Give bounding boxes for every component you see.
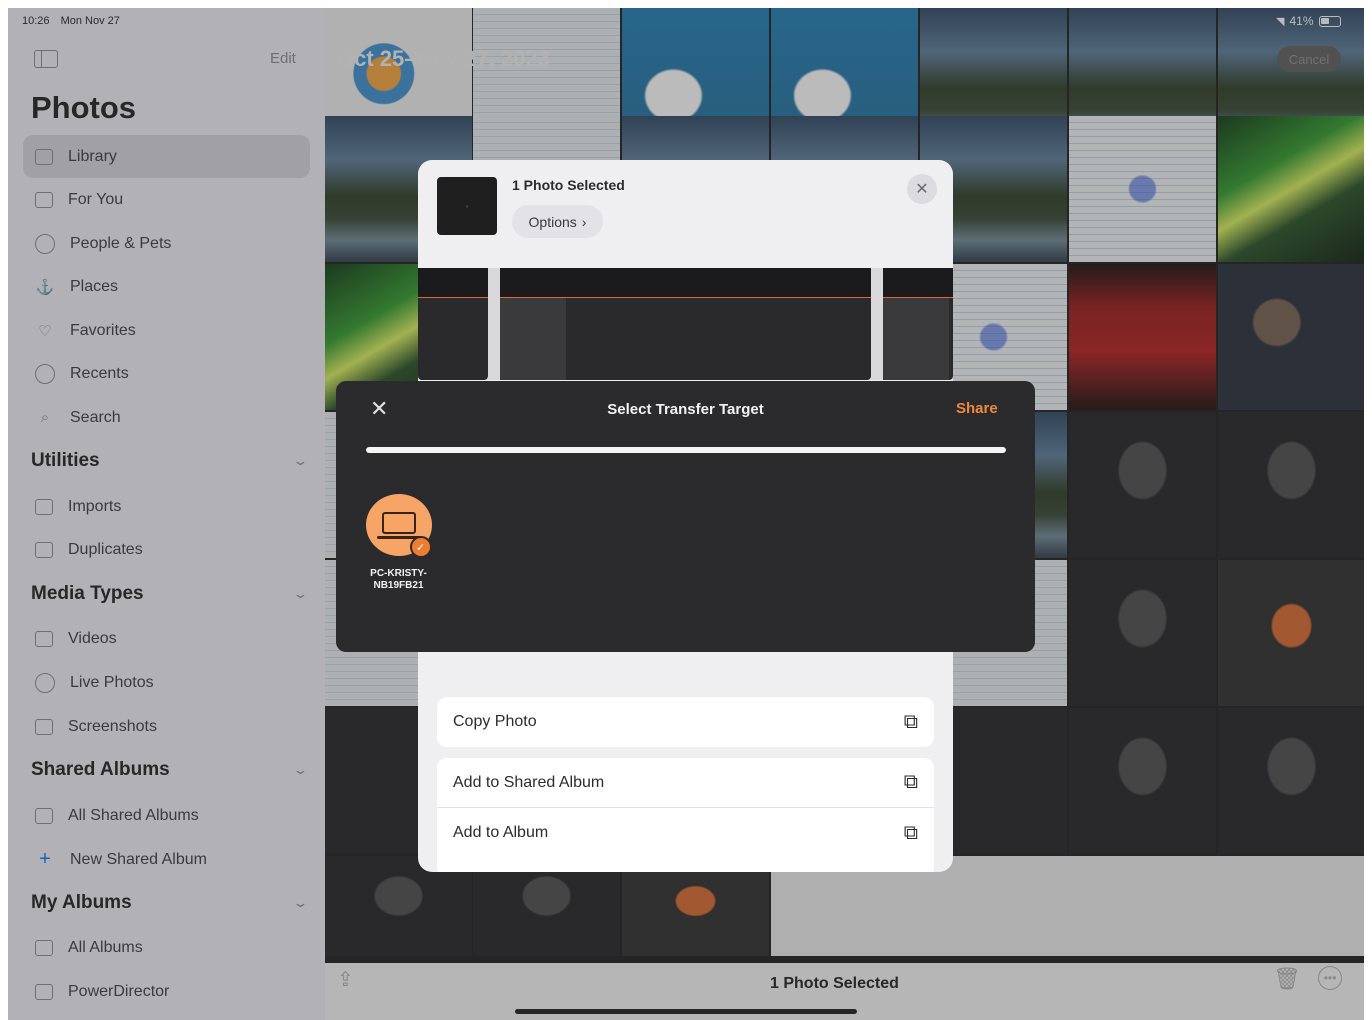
chevron-right-icon: › bbox=[581, 213, 587, 230]
share-sheet-title: 1 Photo Selected bbox=[512, 177, 625, 193]
shared-album-add-icon: ⧉ bbox=[903, 771, 918, 793]
laptop-icon bbox=[376, 512, 421, 539]
album-add-icon: ⧉ bbox=[903, 821, 918, 844]
action-label: Add to Album bbox=[453, 824, 549, 841]
options-button[interactable]: Options › bbox=[512, 205, 603, 238]
copy-icon: ⧉ bbox=[903, 710, 918, 733]
add-to-album-action[interactable]: Add to Album ⧉ bbox=[437, 808, 934, 858]
preview-image[interactable] bbox=[500, 268, 871, 380]
preview-strip bbox=[418, 268, 953, 380]
transfer-progress-bar bbox=[366, 447, 1006, 453]
add-to-shared-album-action[interactable]: Add to Shared Album ⧉ bbox=[437, 758, 934, 808]
checkmark-icon: ✓ bbox=[409, 536, 432, 558]
options-label: Options bbox=[528, 213, 577, 230]
transfer-target-dialog: ✕ Select Transfer Target Share ✓ PC-KRIS… bbox=[336, 381, 1035, 652]
action-label: Add to Shared Album bbox=[453, 773, 605, 791]
action-label: Copy Photo bbox=[453, 713, 537, 730]
preview-image[interactable] bbox=[883, 268, 953, 380]
transfer-device[interactable]: ✓ PC-KRISTY-NB19FB21 bbox=[356, 494, 441, 592]
preview-image[interactable] bbox=[418, 268, 488, 380]
share-button[interactable]: Share bbox=[956, 400, 998, 417]
selected-photo-thumbnail: ▪ bbox=[437, 177, 497, 235]
close-icon[interactable]: ✕ bbox=[907, 174, 937, 204]
action-group: Add to Shared Album ⧉ Add to Album ⧉ bbox=[437, 758, 934, 872]
copy-photo-action[interactable]: Copy Photo ⧉ bbox=[437, 697, 934, 747]
action-group: Copy Photo ⧉ bbox=[437, 697, 934, 747]
device-name: PC-KRISTY-NB19FB21 bbox=[370, 568, 427, 591]
transfer-title: Select Transfer Target bbox=[607, 401, 764, 418]
progress-fill bbox=[366, 447, 1006, 453]
device-avatar: ✓ bbox=[365, 494, 432, 558]
